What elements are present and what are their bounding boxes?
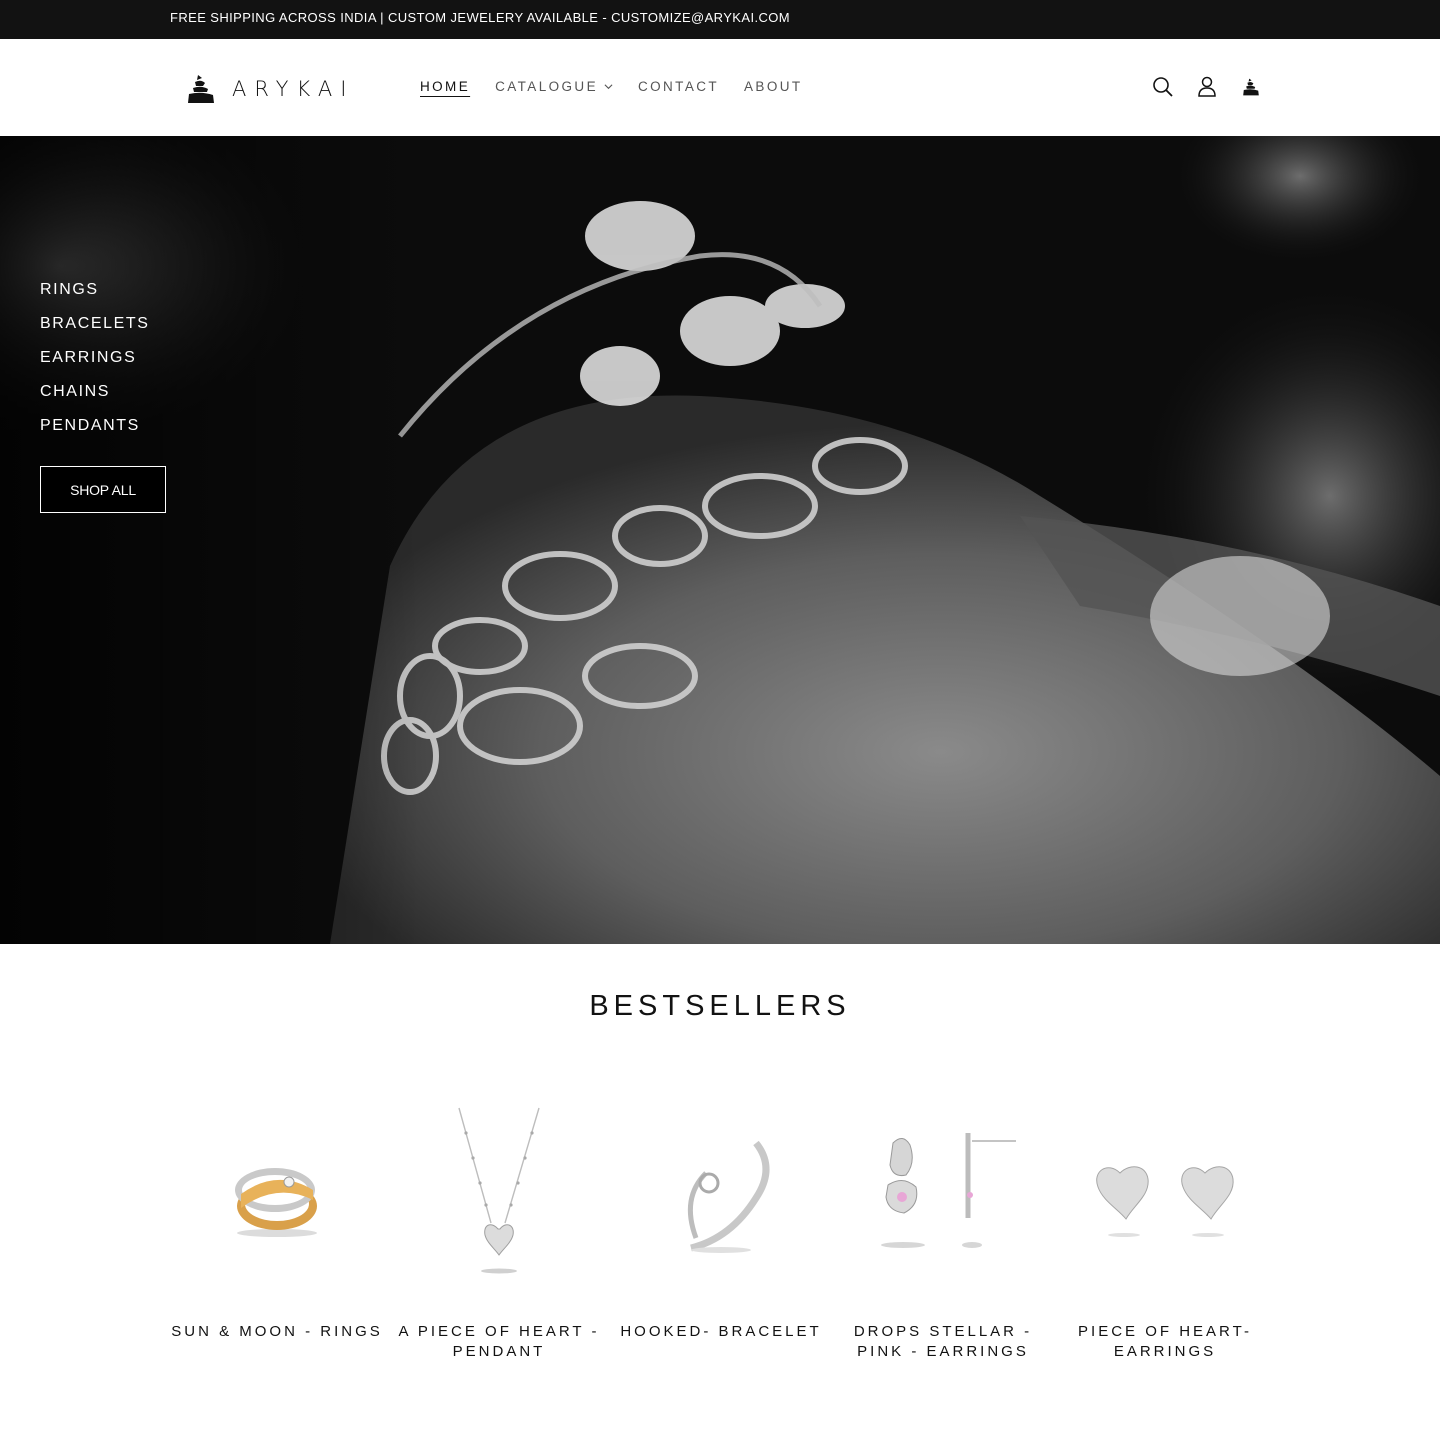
product-image-heart-earrings[interactable] [1065,1095,1265,1290]
product-name[interactable]: A PIECE OF HEART - PENDANT [388,1322,610,1362]
product-image-pendant[interactable] [399,1095,599,1290]
announcement-text: FREE SHIPPING ACROSS INDIA | CUSTOM JEWE… [170,10,790,25]
nav-home[interactable]: HOME [420,79,470,94]
nav-catalogue-label: CATALOGUE [495,79,598,94]
logo-text: ARYKAI [232,77,355,101]
hero-category-links: RINGS BRACELETS EARRINGS CHAINS PENDANTS [40,280,150,450]
product-name[interactable]: HOOKED- BRACELET [610,1322,832,1342]
nav-about-label: ABOUT [744,79,803,94]
hero-link-rings[interactable]: RINGS [40,280,150,314]
product-name[interactable]: DROPS STELLAR - PINK - EARRINGS [832,1322,1054,1362]
search-icon[interactable] [1152,75,1174,99]
shop-all-button[interactable]: SHOP ALL [40,466,166,513]
nav-home-label: HOME [420,79,471,94]
product-image-ring[interactable] [177,1095,377,1290]
logo-mark-icon [188,75,214,103]
nav-catalogue[interactable]: CATALOGUE [495,79,613,94]
logo[interactable]: ARYKAI [186,73,366,105]
hero-link-chains[interactable]: CHAINS [40,382,150,416]
header-actions [1152,75,1284,99]
nav-contact[interactable]: CONTACT [638,79,719,94]
product-image-earrings-drops[interactable] [843,1095,1043,1290]
product-card[interactable]: PIECE OF HEART- EARRINGS [1054,1095,1276,1395]
chevron-down-icon [604,84,613,90]
product-card[interactable]: SUN & MOON - RINGS [166,1095,388,1395]
main-nav: HOME CATALOGUE CONTACT ABOUT [420,79,828,94]
product-card[interactable]: HOOKED- BRACELET [610,1095,832,1395]
nav-about[interactable]: ABOUT [744,79,803,94]
hero-link-pendants[interactable]: PENDANTS [40,416,150,450]
announcement-bar: FREE SHIPPING ACROSS INDIA | CUSTOM JEWE… [0,0,1440,39]
product-name[interactable]: PIECE OF HEART- EARRINGS [1054,1322,1276,1362]
product-name[interactable]: SUN & MOON - RINGS [166,1322,388,1342]
bestsellers-title: BESTSELLERS [589,990,851,1022]
product-image-bracelet[interactable] [621,1095,821,1290]
hero-image [0,136,1440,944]
product-card[interactable]: DROPS STELLAR - PINK - EARRINGS [832,1095,1054,1395]
product-card[interactable]: A PIECE OF HEART - PENDANT [388,1095,610,1395]
site-header: ARYKAI HOME CATALOGUE CONTACT ABOUT [0,39,1440,136]
hero-link-bracelets[interactable]: BRACELETS [40,314,150,348]
hero-banner: RINGS BRACELETS EARRINGS CHAINS PENDANTS… [0,136,1440,944]
cart-icon[interactable] [1240,75,1262,99]
hero-link-earrings[interactable]: EARRINGS [40,348,150,382]
account-icon[interactable] [1196,75,1218,99]
bestsellers-grid: SUN & MOON - RINGS A PIECE OF HEART - PE… [166,1095,1274,1395]
nav-contact-label: CONTACT [637,79,720,94]
